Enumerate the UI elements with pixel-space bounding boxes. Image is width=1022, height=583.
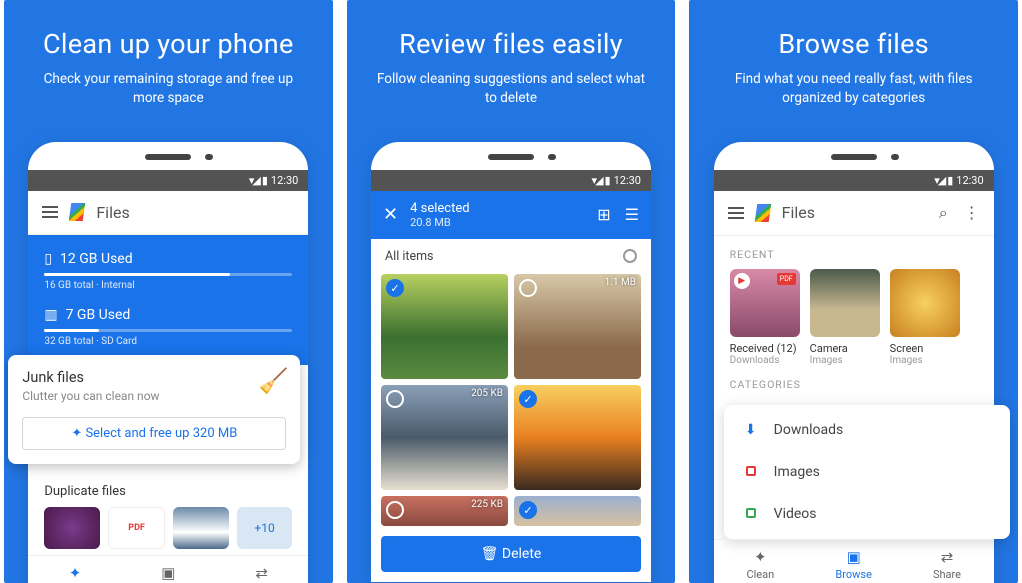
tile[interactable]: 225 KB — [381, 496, 508, 526]
subheadline: Find what you need really fast, with fil… — [689, 70, 1018, 108]
category-downloads[interactable]: ⬇Downloads — [724, 409, 1010, 451]
section-categories: CATEGORIES — [714, 366, 994, 399]
subheadline: Check your remaining storage and free up… — [4, 70, 333, 108]
subheadline: Follow cleaning suggestions and select w… — [347, 70, 676, 108]
grid-view-icon[interactable]: ⊞ — [597, 205, 610, 224]
pdf-badge: PDF — [777, 273, 796, 285]
sd-icon: ▥ — [44, 307, 57, 323]
download-icon: ⬇ — [742, 422, 760, 438]
nav-clean[interactable]: ✦Clean — [28, 564, 121, 583]
thumb[interactable] — [173, 507, 229, 549]
nav-browse[interactable]: ▣Browse — [122, 564, 215, 583]
checkbox-icon[interactable] — [519, 279, 537, 297]
recent-list: ▶PDF Received (12)Downloads CameraImages… — [714, 269, 994, 366]
checkbox-icon[interactable]: ✓ — [519, 390, 537, 408]
videos-icon — [742, 506, 760, 522]
nav-browse[interactable]: ▣Browse — [807, 548, 900, 581]
headline: Clean up your phone — [43, 28, 294, 60]
recent-card[interactable]: CameraImages — [810, 269, 880, 366]
selection-size: 20.8 MB — [410, 216, 585, 229]
menu-icon[interactable] — [728, 207, 744, 219]
promo-panel-clean: Clean up your phone Check your remaining… — [4, 0, 333, 583]
more-icon[interactable]: ⋮ — [964, 203, 980, 223]
tile[interactable]: ✓ — [514, 385, 641, 490]
categories-card: ⬇Downloads Images Videos — [724, 405, 1010, 539]
play-icon: ▶ — [734, 273, 750, 289]
phone-mockup: ▾◢▮12:30 Files ⌕ ⋮ RECENT ▶PDF Received … — [714, 142, 994, 583]
headline: Browse files — [778, 28, 929, 60]
phone-mockup: ▾◢▮12:30 Files ▯12 GB Used 16 GB total ·… — [28, 142, 308, 583]
bottom-nav: ✦Clean ▣Browse ⇄Share — [28, 555, 308, 583]
app-title: Files — [96, 203, 294, 222]
tile[interactable]: 1.1 MB — [514, 274, 641, 379]
junk-files-card: Junk files Clutter you can clean now 🧹 ✦… — [8, 355, 300, 464]
thumb-more[interactable]: +10 — [237, 507, 293, 549]
selection-bar: ✕ 4 selected 20.8 MB ⊞ ☰ — [371, 191, 651, 239]
thumb[interactable] — [44, 507, 100, 549]
phone-mockup: ▾◢▮12:30 ✕ 4 selected 20.8 MB ⊞ ☰ All it… — [371, 142, 651, 582]
selection-count: 4 selected — [410, 201, 585, 216]
nav-share[interactable]: ⇄Share — [215, 564, 308, 583]
files-logo-icon — [754, 204, 771, 222]
promo-panel-browse: Browse files Find what you need really f… — [689, 0, 1018, 583]
select-all-radio[interactable] — [623, 249, 637, 263]
nav-share[interactable]: ⇄Share — [900, 548, 993, 581]
sparkle-icon: ✦ — [28, 564, 121, 582]
storage-internal[interactable]: ▯12 GB Used 16 GB total · Internal — [44, 251, 292, 291]
status-bar: ▾◢▮12:30 — [371, 170, 651, 191]
status-bar: ▾◢▮12:30 — [28, 170, 308, 191]
broom-icon: 🧹 — [258, 367, 288, 395]
sparkle-icon: ✦ — [714, 548, 807, 566]
checkbox-icon[interactable] — [386, 501, 404, 519]
card-title: Junk files — [22, 369, 286, 386]
nav-clean[interactable]: ✦Clean — [714, 548, 807, 581]
search-icon[interactable]: ⌕ — [939, 203, 948, 223]
duplicate-files-section: Duplicate files PDF +10 — [28, 474, 308, 555]
checkbox-icon[interactable]: ✓ — [386, 279, 404, 297]
status-bar: ▾◢▮12:30 — [714, 170, 994, 191]
tile[interactable]: 205 KB — [381, 385, 508, 490]
promo-panel-review: Review files easily Follow cleaning sugg… — [347, 0, 676, 583]
storage-sdcard[interactable]: ▥7 GB Used 32 GB total · SD Card — [44, 307, 292, 347]
recent-card[interactable]: ScreenImages — [890, 269, 960, 366]
tile[interactable]: ✓ — [514, 496, 641, 526]
images-icon — [742, 464, 760, 480]
file-grid: ✓ 1.1 MB 205 KB ✓ 225 KB ✓ — [371, 274, 651, 526]
share-icon: ⇄ — [900, 548, 993, 566]
app-bar: Files — [28, 191, 308, 235]
app-title: Files — [782, 203, 927, 222]
close-icon[interactable]: ✕ — [383, 204, 398, 225]
storage-widget: ▯12 GB Used 16 GB total · Internal ▥7 GB… — [28, 235, 308, 365]
app-bar: Files ⌕ ⋮ — [714, 191, 994, 236]
files-logo-icon — [69, 203, 86, 221]
section-recent: RECENT — [714, 236, 994, 269]
headline: Review files easily — [399, 28, 623, 60]
bottom-nav: ✦Clean ▣Browse ⇄Share — [714, 539, 994, 583]
category-videos[interactable]: Videos — [724, 493, 1010, 535]
browse-icon: ▣ — [807, 548, 900, 566]
checkbox-icon[interactable] — [386, 390, 404, 408]
phone-icon: ▯ — [44, 251, 52, 267]
free-up-button[interactable]: ✦ Select and free up 320 MB — [22, 417, 286, 450]
checkbox-icon[interactable]: ✓ — [519, 501, 537, 519]
recent-card[interactable]: ▶PDF Received (12)Downloads — [730, 269, 800, 366]
menu-icon[interactable] — [42, 206, 58, 218]
browse-icon: ▣ — [122, 564, 215, 582]
card-subtitle: Clutter you can clean now — [22, 389, 286, 403]
delete-button[interactable]: 🗑 Delete — [381, 536, 641, 572]
thumb[interactable]: PDF — [108, 507, 166, 549]
all-items-row[interactable]: All items — [371, 239, 651, 274]
sort-icon[interactable]: ☰ — [625, 205, 639, 224]
category-images[interactable]: Images — [724, 451, 1010, 493]
share-icon: ⇄ — [215, 564, 308, 582]
tile[interactable]: ✓ — [381, 274, 508, 379]
